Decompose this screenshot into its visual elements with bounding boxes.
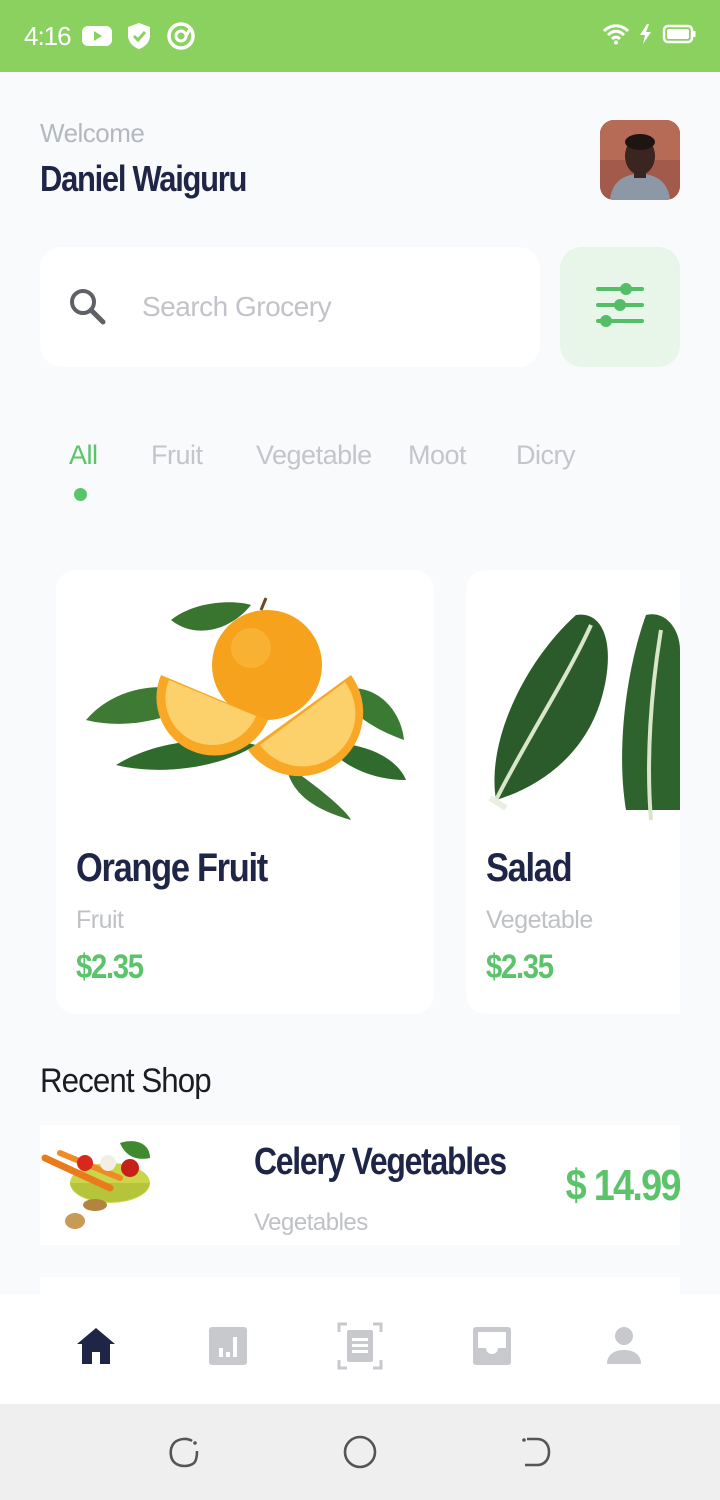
product-price: $2.35 xyxy=(76,948,144,986)
product-category: Fruit xyxy=(76,906,124,934)
product-name: Salad xyxy=(486,846,573,890)
nav-profile[interactable] xyxy=(598,1322,650,1374)
system-navigation-bar xyxy=(0,1404,720,1500)
orange-image xyxy=(86,597,406,820)
tab-vegetable[interactable]: Vegetable xyxy=(256,440,372,471)
product-card-salad[interactable]: Salad Vegetable $2.35 xyxy=(466,570,680,1014)
recent-item-category: Vegetables xyxy=(254,1209,368,1236)
chart-icon xyxy=(208,1326,248,1371)
product-category: Vegetable xyxy=(486,906,593,934)
recent-item-price: $ 14.99 xyxy=(565,1161,682,1210)
home-button[interactable] xyxy=(340,1434,380,1474)
recent-item-name: Celery Vegetables xyxy=(254,1141,507,1183)
tab-fruit[interactable]: Fruit xyxy=(151,440,203,471)
category-tabs: All Fruit Vegetable Moot Dicry xyxy=(0,440,720,510)
welcome-label: Welcome xyxy=(40,118,145,148)
wifi-icon xyxy=(602,23,630,50)
scan-document-icon xyxy=(337,1322,383,1375)
youtube-icon xyxy=(81,20,113,52)
status-time: 4:16 xyxy=(24,20,72,51)
tab-all[interactable]: All xyxy=(69,440,98,471)
bottom-navigation xyxy=(0,1294,720,1404)
search-input[interactable] xyxy=(142,282,522,332)
salad-image xyxy=(488,614,680,821)
tab-moot[interactable]: Moot xyxy=(408,440,467,471)
home-icon xyxy=(75,1326,117,1371)
filter-button[interactable] xyxy=(560,247,680,367)
sliders-icon xyxy=(594,280,646,335)
product-card-orange[interactable]: Orange Fruit Fruit $2.35 xyxy=(56,570,434,1014)
battery-icon xyxy=(662,24,696,49)
shield-check-icon xyxy=(123,20,155,52)
back-button[interactable] xyxy=(516,1434,556,1474)
vegetables-basket-image xyxy=(41,1141,150,1229)
status-bar: 4:16 xyxy=(0,0,720,72)
active-tab-indicator xyxy=(74,488,87,501)
nav-inbox[interactable] xyxy=(466,1322,518,1374)
profile-icon xyxy=(605,1326,643,1371)
product-price: $2.35 xyxy=(486,948,554,986)
charging-icon xyxy=(638,23,654,50)
nav-stats[interactable] xyxy=(202,1322,254,1374)
recent-shop-title: Recent Shop xyxy=(40,1062,212,1100)
at-sign-icon xyxy=(165,20,197,52)
recent-shop-item[interactable]: Celery Vegetables Vegetables $ 14.99 xyxy=(40,1125,682,1245)
product-name: Orange Fruit xyxy=(76,846,268,890)
user-name: Daniel Waiguru xyxy=(40,158,247,199)
search-icon xyxy=(66,285,110,329)
nav-scan[interactable] xyxy=(334,1322,386,1374)
back-icon xyxy=(519,1435,553,1474)
recent-apps-icon xyxy=(167,1435,201,1474)
circle-home-icon xyxy=(342,1434,378,1475)
inbox-icon xyxy=(472,1326,512,1371)
avatar[interactable] xyxy=(600,120,680,200)
nav-home[interactable] xyxy=(70,1322,122,1374)
recent-apps-button[interactable] xyxy=(164,1434,204,1474)
tab-dicry[interactable]: Dicry xyxy=(516,440,576,471)
